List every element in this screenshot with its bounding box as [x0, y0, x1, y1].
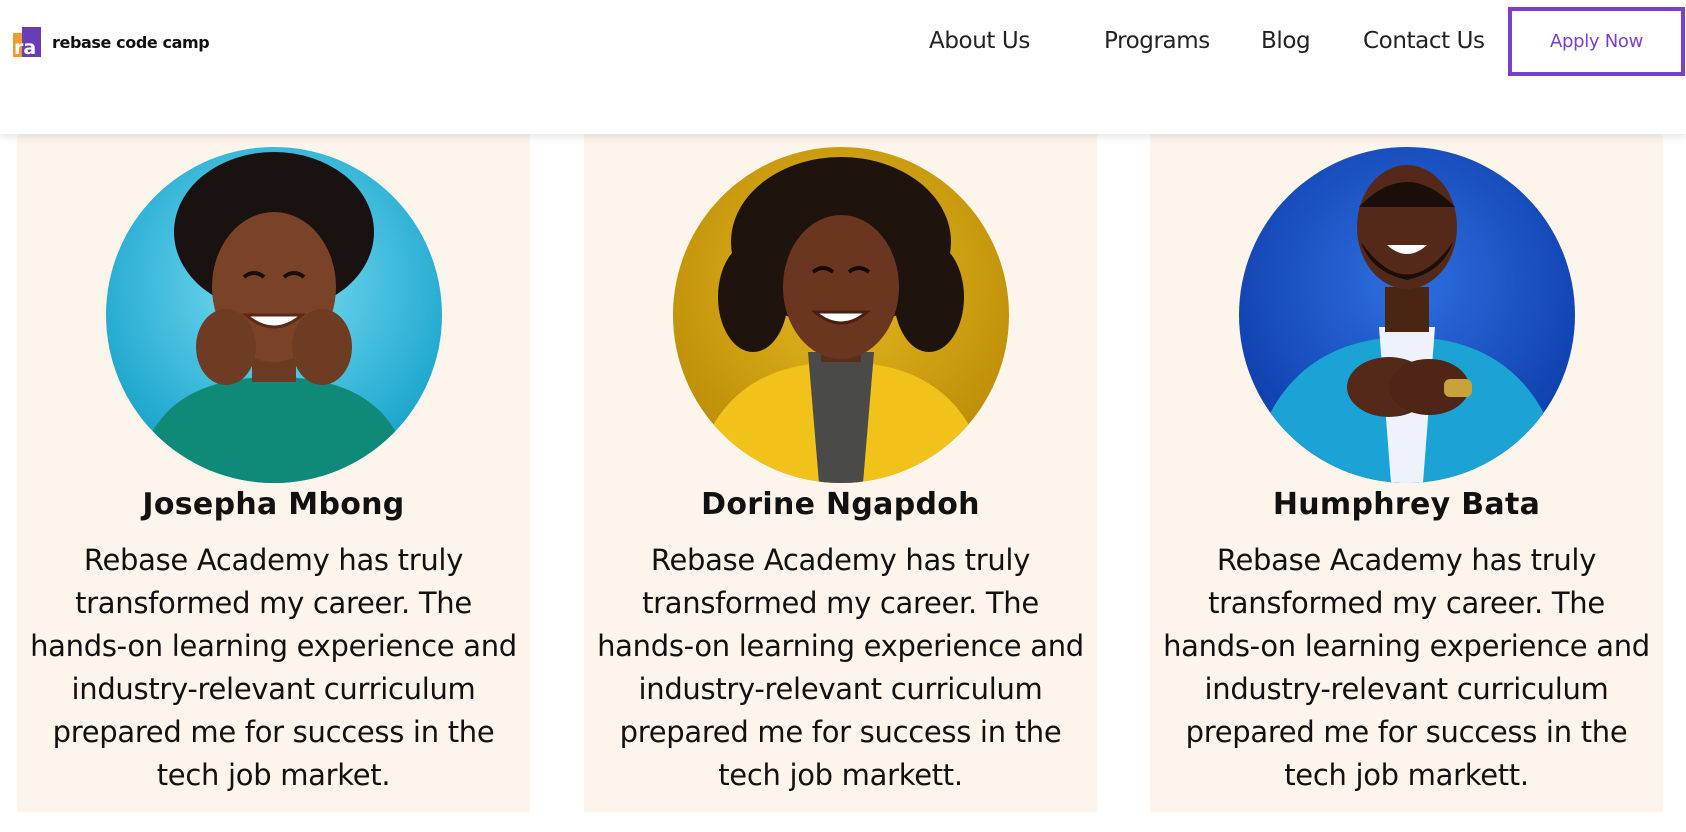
- avatar-photo-humphrey: [1239, 147, 1575, 483]
- brand-name: rebase code camp: [52, 32, 210, 52]
- testimonials-section: Josepha Mbong Rebase Academy has truly t…: [0, 134, 1686, 832]
- testimonial-card: Dorine Ngapdoh Rebase Academy has truly …: [584, 134, 1097, 812]
- avatar: [106, 147, 442, 483]
- svg-text:ra: ra: [14, 37, 36, 57]
- testimonial-quote: Rebase Academy has truly transformed my …: [30, 543, 517, 792]
- ra-logo-icon: ra: [13, 27, 41, 57]
- testimonial-quote: Rebase Academy has truly transformed my …: [597, 543, 1084, 792]
- testimonial-name: Dorine Ngapdoh: [701, 487, 980, 522]
- avatar-photo-josepha: [106, 147, 442, 483]
- avatar-photo-dorine: [673, 147, 1009, 483]
- avatar: [1239, 147, 1575, 483]
- nav-programs[interactable]: Programs: [1104, 28, 1210, 54]
- avatar: [673, 147, 1009, 483]
- nav-contact-us[interactable]: Contact Us: [1363, 28, 1485, 54]
- testimonial-card: Josepha Mbong Rebase Academy has truly t…: [17, 134, 530, 812]
- apply-now-button[interactable]: Apply Now: [1508, 7, 1685, 76]
- brand[interactable]: ra rebase code camp: [13, 27, 210, 57]
- testimonial-name: Josepha Mbong: [142, 487, 405, 522]
- nav-blog[interactable]: Blog: [1261, 28, 1311, 54]
- testimonial-card: Humphrey Bata Rebase Academy has truly t…: [1150, 134, 1663, 812]
- nav-about-us[interactable]: About Us: [929, 28, 1030, 54]
- testimonial-name: Humphrey Bata: [1272, 487, 1541, 522]
- site-header: ra rebase code camp About Us Programs Bl…: [0, 0, 1686, 134]
- testimonial-quote: Rebase Academy has truly transformed my …: [1163, 543, 1650, 792]
